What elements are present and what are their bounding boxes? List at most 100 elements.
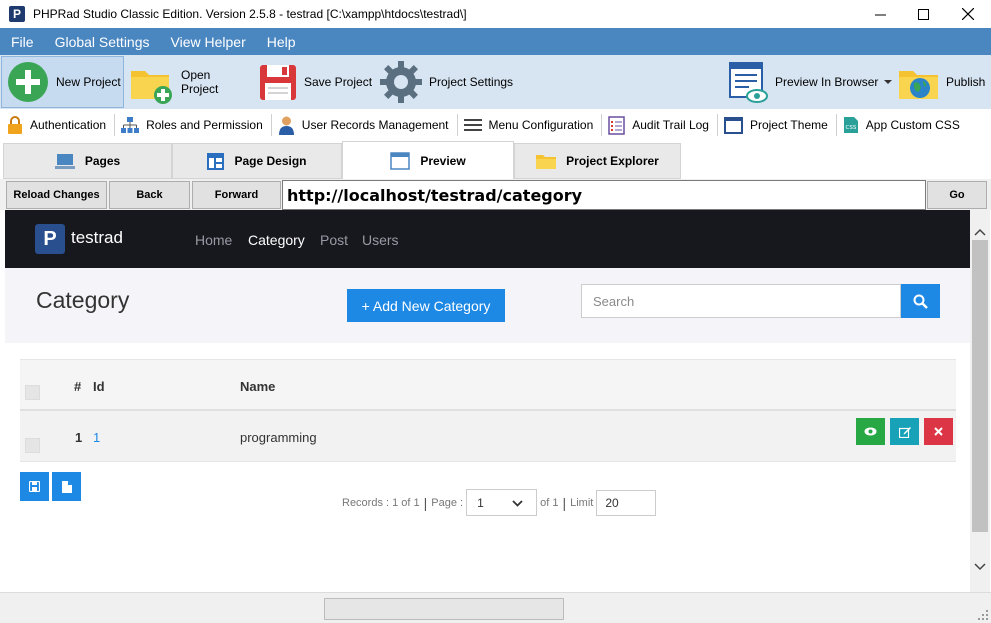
gear-icon xyxy=(380,61,422,103)
add-new-category-button[interactable]: + Add New Category xyxy=(347,289,505,322)
column-header-name[interactable]: Name xyxy=(240,379,275,394)
title-bar: P PHPRad Studio Classic Edition. Version… xyxy=(0,0,991,28)
eye-icon xyxy=(864,427,877,436)
window-theme-icon xyxy=(723,116,743,134)
floppy-save-icon xyxy=(260,65,296,100)
browser-nav-bar: Reload Changes Back Forward http://local… xyxy=(0,179,991,210)
scroll-up-icon[interactable] xyxy=(974,228,986,236)
forward-button[interactable]: Forward xyxy=(192,181,281,209)
vertical-scrollbar[interactable] xyxy=(970,210,990,592)
status-progress-bar xyxy=(324,598,564,620)
url-input[interactable]: http://localhost/testrad/category xyxy=(282,180,926,210)
menu-global-settings[interactable]: Global Settings xyxy=(44,34,160,50)
menu-configuration-button[interactable]: Menu Configuration xyxy=(458,114,603,136)
hierarchy-icon xyxy=(121,116,140,133)
nav-link-users[interactable]: Users xyxy=(362,232,399,248)
tab-preview[interactable]: Preview xyxy=(342,141,514,179)
svg-text:CSS: CSS xyxy=(845,125,856,131)
hamburger-menu-icon xyxy=(463,119,482,131)
page-select[interactable]: 1 xyxy=(466,489,538,516)
new-project-button[interactable]: New Project xyxy=(1,56,124,108)
window-title: PHPRad Studio Classic Edition. Version 2… xyxy=(33,7,467,21)
folder-add-icon xyxy=(131,71,172,104)
browser-preview-icon xyxy=(729,62,768,103)
audit-trail-button[interactable]: Audit Trail Log xyxy=(602,114,718,136)
back-button[interactable]: Back xyxy=(109,181,190,209)
save-project-button[interactable]: Save Project xyxy=(258,56,374,108)
brand-logo[interactable]: P xyxy=(35,224,65,254)
tab-project-explorer[interactable]: Project Explorer xyxy=(514,143,681,179)
floppy-icon xyxy=(29,481,40,492)
nav-link-category[interactable]: Category xyxy=(248,232,305,248)
menu-view-helper[interactable]: View Helper xyxy=(160,34,256,50)
user-icon xyxy=(278,116,294,135)
edit-icon xyxy=(898,426,911,438)
row-name: programming xyxy=(240,430,317,445)
records-table: # Id Name 1 1 programming xyxy=(20,359,956,462)
browser-viewport: P testrad Home Category Post Users Categ… xyxy=(5,210,970,592)
folder-globe-icon xyxy=(899,71,938,99)
secondary-toolbar: Authentication Roles and Permission User… xyxy=(0,109,991,141)
file-icon xyxy=(61,480,72,493)
select-all-checkbox[interactable] xyxy=(25,385,40,400)
menu-bar: File Global Settings View Helper Help xyxy=(0,28,991,55)
tab-strip: Pages Page Design Preview Project Explor… xyxy=(0,141,991,179)
brand-name[interactable]: testrad xyxy=(71,228,123,248)
minimize-button[interactable] xyxy=(857,0,903,28)
project-theme-button[interactable]: Project Theme xyxy=(718,114,837,136)
delete-record-button[interactable] xyxy=(924,418,953,445)
css-file-icon: CSS xyxy=(843,117,858,133)
pager-separator: | xyxy=(562,494,567,511)
layout-icon xyxy=(207,152,225,170)
project-settings-button[interactable]: Project Settings xyxy=(379,56,515,108)
nav-link-home[interactable]: Home xyxy=(195,232,232,248)
app-icon: P xyxy=(9,6,25,22)
row-checkbox[interactable] xyxy=(25,438,40,453)
scroll-thumb[interactable] xyxy=(972,240,988,532)
maximize-icon xyxy=(917,8,929,20)
table-header: # Id Name xyxy=(20,359,956,411)
user-records-button[interactable]: User Records Management xyxy=(272,114,458,136)
pages-icon xyxy=(54,153,75,169)
publish-button[interactable]: Publish xyxy=(898,56,990,108)
search-icon xyxy=(913,294,928,309)
close-button[interactable] xyxy=(945,0,991,28)
checklist-icon xyxy=(608,115,625,135)
pager-separator: | xyxy=(423,494,428,511)
maximize-button[interactable] xyxy=(900,0,946,28)
go-button[interactable]: Go xyxy=(927,181,987,209)
menu-file[interactable]: File xyxy=(0,34,44,50)
resize-grip-icon[interactable] xyxy=(978,610,988,620)
menu-help[interactable]: Help xyxy=(256,34,306,50)
edit-record-button[interactable] xyxy=(890,418,919,445)
tab-pages[interactable]: Pages xyxy=(3,143,172,179)
records-count: Records : 1 of 1 xyxy=(342,496,420,509)
nav-link-post[interactable]: Post xyxy=(320,232,348,248)
page-title: Category xyxy=(36,287,130,313)
save-selection-button[interactable] xyxy=(20,472,49,501)
pagination: Records : 1 of 1 | Page : 1 of 1 | Limit… xyxy=(342,489,657,516)
view-record-button[interactable] xyxy=(856,418,885,445)
search-input[interactable]: Search xyxy=(581,284,901,318)
minimize-icon xyxy=(874,14,886,15)
limit-input[interactable]: 20 xyxy=(596,489,657,516)
column-header-id[interactable]: Id xyxy=(93,379,105,394)
lock-icon xyxy=(8,116,22,134)
page-header: Category + Add New Category Search xyxy=(5,268,970,343)
roles-permission-button[interactable]: Roles and Permission xyxy=(115,114,272,136)
preview-in-browser-button[interactable]: Preview In Browser xyxy=(727,56,893,108)
tab-page-design[interactable]: Page Design xyxy=(172,143,342,179)
delete-x-icon xyxy=(934,427,943,436)
search-button[interactable] xyxy=(901,284,940,318)
custom-css-button[interactable]: CSS App Custom CSS xyxy=(837,114,968,136)
column-header-num: # xyxy=(74,379,82,394)
page-total: of 1 xyxy=(540,496,559,509)
open-project-button[interactable]: Open Project xyxy=(129,56,251,108)
scroll-down-icon[interactable] xyxy=(974,563,986,571)
reload-changes-button[interactable]: Reload Changes xyxy=(6,181,107,209)
status-bar xyxy=(0,592,991,623)
row-id-link[interactable]: 1 xyxy=(93,430,100,445)
export-page-button[interactable] xyxy=(52,472,81,501)
dropdown-arrow-icon xyxy=(884,80,893,84)
authentication-button[interactable]: Authentication xyxy=(0,114,116,136)
